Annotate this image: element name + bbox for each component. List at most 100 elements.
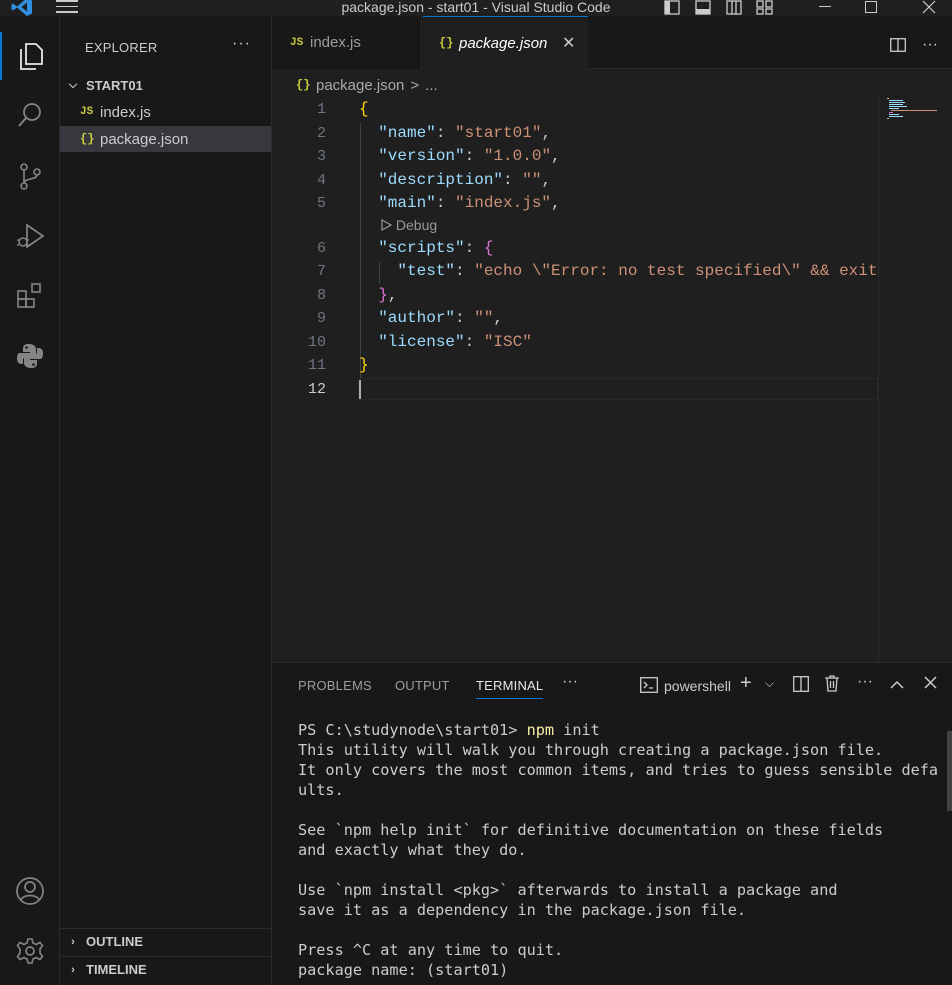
terminal-line: package name: (start01): [298, 961, 509, 979]
search-icon[interactable]: [0, 92, 60, 140]
file-package-json[interactable]: {} package.json: [60, 126, 271, 152]
json-value: "ISC": [483, 333, 532, 351]
terminal-command-args: init: [554, 721, 600, 739]
json-key: "scripts": [378, 239, 465, 257]
title-bar: package.json - start01 - Visual Studio C…: [0, 0, 952, 16]
tab-label: package.json: [459, 34, 548, 52]
extensions-icon[interactable]: [0, 272, 60, 320]
section-label: OUTLINE: [86, 934, 144, 949]
file-index-js[interactable]: JS index.js: [60, 99, 271, 125]
js-file-icon: JS: [80, 106, 94, 118]
timeline-section[interactable]: › TIMELINE: [60, 956, 271, 982]
toggle-panel-icon[interactable]: [693, 0, 713, 16]
json-key: "test": [397, 262, 456, 280]
current-line-highlight: [358, 378, 878, 400]
panel-more-tabs-button[interactable]: ···: [562, 673, 578, 691]
json-value: "1.0.0": [483, 147, 552, 165]
json-file-icon: {}: [439, 36, 454, 50]
folder-start01[interactable]: ⌵ START01: [66, 75, 266, 95]
customize-layout-icon[interactable]: [755, 0, 775, 16]
file-name: index.js: [100, 103, 151, 121]
close-tab-icon[interactable]: ✕: [562, 33, 575, 53]
tab-output[interactable]: OUTPUT: [395, 678, 450, 693]
json-value: "index.js": [455, 194, 552, 212]
json-file-icon: {}: [80, 132, 95, 146]
tab-index-js[interactable]: JS index.js: [272, 16, 422, 69]
editor-more-actions-button[interactable]: ···: [922, 36, 938, 54]
split-terminal-icon[interactable]: [793, 676, 809, 697]
minimize-button[interactable]: [802, 0, 848, 16]
split-editor-icon[interactable]: [890, 38, 906, 52]
json-key: "version": [378, 147, 465, 165]
trash-icon[interactable]: [824, 675, 840, 697]
terminal-line: save it as a dependency in the package.j…: [298, 901, 747, 919]
terminal-line: It only covers the most common items, an…: [298, 761, 939, 779]
terminal-line: See `npm help init` for definitive docum…: [298, 821, 884, 839]
terminal-shell-name[interactable]: powershell: [664, 678, 731, 694]
breadcrumb-symbols[interactable]: ...: [425, 77, 438, 94]
panel-more-actions-button[interactable]: ···: [857, 673, 873, 691]
new-terminal-plus-icon[interactable]: +: [740, 672, 752, 695]
section-label: TIMELINE: [86, 962, 147, 977]
line-number: 4: [316, 172, 326, 189]
close-panel-icon[interactable]: [924, 676, 937, 694]
source-control-icon[interactable]: [0, 152, 60, 200]
json-key: "author": [378, 309, 456, 327]
maximize-panel-icon[interactable]: [890, 677, 904, 695]
breadcrumb-separator: >: [410, 76, 420, 94]
toggle-secondary-sidebar-icon[interactable]: [724, 0, 744, 16]
debug-codelens[interactable]: Debug: [380, 217, 437, 233]
line-number: 2: [316, 125, 326, 142]
json-key: "description": [378, 171, 504, 189]
chevron-right-icon: ›: [71, 935, 75, 948]
breadcrumb: {} package.json > ...: [296, 75, 438, 95]
tab-label: index.js: [310, 34, 361, 51]
js-file-icon: JS: [290, 36, 304, 49]
maximize-button[interactable]: [848, 0, 894, 16]
json-key: "name": [378, 124, 436, 142]
terminal-prompt: PS C:\studynode\start01>: [298, 721, 527, 739]
activity-bar: [0, 16, 60, 985]
terminal-line: Press ^C at any time to quit.: [298, 941, 564, 959]
json-value: "echo \"Error: no test specified\" && ex…: [474, 262, 878, 280]
terminal-command: npm: [526, 721, 555, 739]
line-number: 5: [316, 195, 326, 212]
line-number: 11: [307, 357, 326, 374]
terminal-scrollbar[interactable]: [947, 731, 952, 811]
line-number: 8: [316, 287, 326, 304]
json-file-icon: {}: [296, 78, 311, 92]
accounts-icon[interactable]: [0, 867, 60, 915]
sidebar-title: EXPLORER: [85, 40, 158, 55]
file-name: package.json: [100, 130, 189, 148]
line-number: 3: [316, 148, 326, 165]
terminal-output[interactable]: PS C:\studynode\start01> npm init This u…: [298, 720, 938, 980]
tab-terminal[interactable]: TERMINAL: [476, 678, 544, 699]
line-number: 9: [316, 310, 326, 327]
settings-gear-icon[interactable]: [0, 927, 60, 975]
tab-problems[interactable]: PROBLEMS: [298, 678, 372, 693]
explorer-sidebar: EXPLORER ··· ⌵ START01 JS index.js {} pa…: [60, 16, 272, 985]
minimap[interactable]: [878, 96, 952, 662]
chevron-right-icon: ›: [71, 963, 75, 976]
play-icon: [381, 218, 393, 232]
toggle-primary-sidebar-icon[interactable]: [662, 0, 682, 16]
outline-section[interactable]: › OUTLINE: [60, 928, 271, 954]
json-key: "main": [378, 194, 436, 212]
json-key: "license": [378, 333, 465, 351]
sidebar-more-actions-button[interactable]: ···: [232, 35, 251, 53]
terminal-line: ults.: [298, 781, 344, 799]
chevron-down-icon[interactable]: ⌵: [765, 676, 774, 691]
tab-package-json[interactable]: {} package.json ✕: [423, 16, 588, 69]
line-number: 10: [307, 334, 326, 351]
terminal-icon: [640, 677, 658, 693]
python-icon[interactable]: [0, 332, 60, 380]
run-debug-icon[interactable]: [0, 212, 60, 260]
line-number: 7: [316, 263, 326, 280]
close-window-button[interactable]: [906, 0, 952, 16]
codelens-label: Debug: [395, 217, 438, 233]
chevron-down-icon: ⌵: [68, 78, 78, 91]
json-value: "": [522, 171, 542, 189]
explorer-icon[interactable]: [0, 32, 60, 80]
code-editor[interactable]: 1 2 3 4 5 6 7 8 9 10 11 12 { "name": "st…: [272, 96, 952, 662]
breadcrumb-file[interactable]: package.json: [316, 77, 404, 94]
